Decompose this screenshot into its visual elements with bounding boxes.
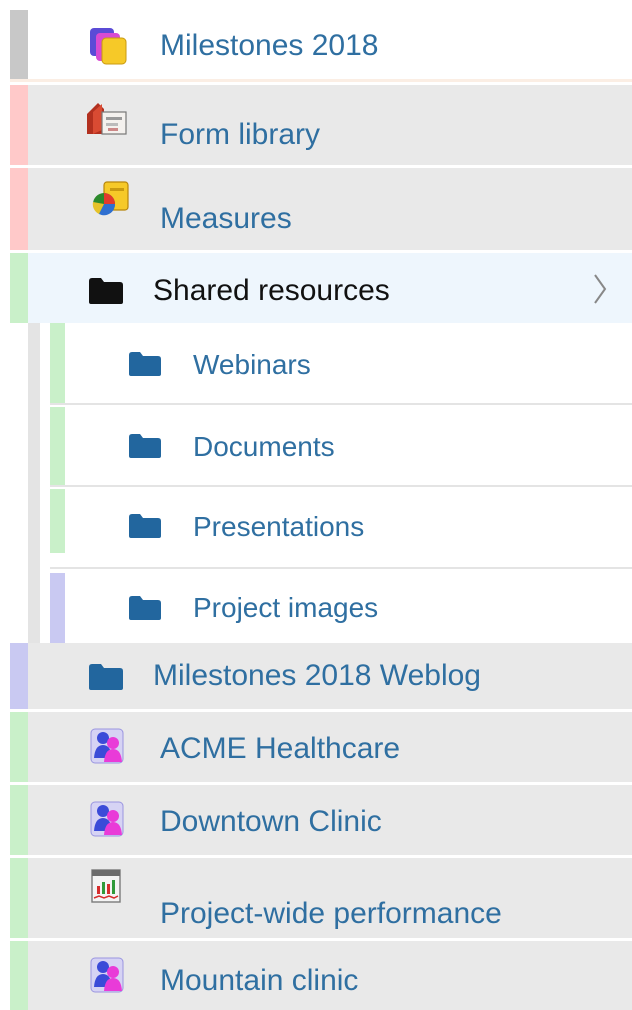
- shared-resources-children: Webinars Documents Presentations Project…: [10, 323, 632, 643]
- nav-item-project-images[interactable]: Project images: [50, 573, 632, 643]
- nav-item-webinars[interactable]: Webinars: [50, 323, 632, 405]
- nav-item-project-wide-performance[interactable]: Project-wide performance: [10, 858, 632, 938]
- performance-report-icon: [90, 868, 124, 911]
- team-people-icon: [90, 955, 126, 1000]
- team-people-icon: [90, 726, 126, 771]
- nav-item-presentations[interactable]: Presentations: [50, 489, 632, 569]
- team-people-icon: [90, 799, 126, 844]
- nav-item-label: Webinars: [193, 349, 311, 380]
- status-bar: [10, 10, 28, 79]
- status-bar: [10, 941, 28, 1010]
- nav-item-acme-healthcare[interactable]: ACME Healthcare: [10, 712, 632, 782]
- navigation-tree: Milestones 2018 Form library Measures Sh…: [10, 10, 632, 1010]
- nav-item-measures[interactable]: Measures: [10, 168, 632, 250]
- folder-icon: [88, 663, 124, 696]
- status-bar: [10, 253, 28, 323]
- nav-item-label: Downtown Clinic: [160, 805, 382, 838]
- form-library-icon: [84, 100, 128, 143]
- nav-item-milestones-2018[interactable]: Milestones 2018: [10, 10, 632, 82]
- nav-item-shared-resources[interactable]: Shared resources: [10, 253, 632, 323]
- chevron-right-icon[interactable]: [592, 273, 608, 310]
- nav-item-label: Documents: [193, 431, 335, 462]
- nav-item-label: Shared resources: [153, 274, 390, 307]
- folder-icon: [128, 595, 162, 626]
- nav-item-label: Presentations: [193, 511, 365, 542]
- folder-icon: [128, 513, 162, 544]
- status-bar: [50, 573, 65, 643]
- status-bar: [50, 323, 65, 403]
- status-bar: [10, 712, 28, 782]
- status-bar: [10, 168, 28, 250]
- project-stack-icon: [88, 25, 130, 72]
- nav-item-form-library[interactable]: Form library: [10, 85, 632, 165]
- nav-item-label: Milestones 2018 Weblog: [153, 659, 481, 692]
- nav-item-milestones-2018-weblog[interactable]: Milestones 2018 Weblog: [10, 643, 632, 709]
- tree-guide-inner: [28, 323, 40, 643]
- nav-item-label: Project-wide performance: [160, 897, 502, 930]
- status-bar: [50, 489, 65, 553]
- nav-item-label: Milestones 2018: [160, 29, 379, 62]
- nav-item-label: Form library: [160, 118, 321, 151]
- nav-item-label: Mountain clinic: [160, 964, 359, 997]
- status-bar: [10, 85, 28, 165]
- nav-item-label: Measures: [160, 202, 292, 235]
- nav-item-documents[interactable]: Documents: [50, 407, 632, 487]
- status-bar: [10, 785, 28, 855]
- folder-icon: [88, 277, 124, 310]
- nav-item-mountain-clinic[interactable]: Mountain clinic: [10, 941, 632, 1010]
- folder-icon: [128, 433, 162, 464]
- measures-pie-icon: [90, 180, 132, 225]
- nav-item-label: Project images: [193, 592, 379, 623]
- status-bar: [10, 643, 28, 709]
- status-bar: [10, 858, 28, 938]
- folder-icon: [128, 351, 162, 382]
- nav-item-label: ACME Healthcare: [160, 732, 401, 765]
- status-bar: [50, 407, 65, 485]
- nav-item-downtown-clinic[interactable]: Downtown Clinic: [10, 785, 632, 855]
